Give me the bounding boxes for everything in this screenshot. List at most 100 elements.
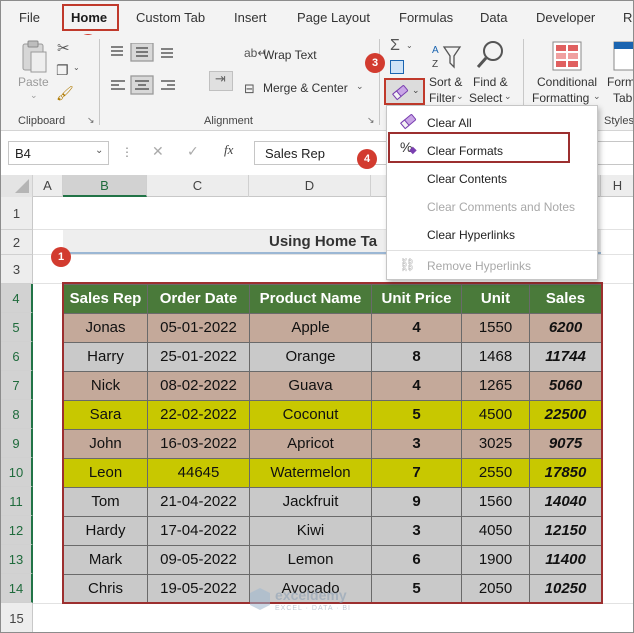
row-header-10[interactable]: 10 <box>1 458 33 487</box>
merge-center-icon: ⊟ <box>244 81 255 96</box>
alignment-icons[interactable] <box>107 43 197 103</box>
format-table-icon <box>613 41 633 71</box>
divider <box>99 39 100 125</box>
tab-data[interactable]: Data <box>480 10 507 25</box>
table-selection-outline <box>62 282 603 604</box>
row-header-5[interactable]: 5 <box>1 313 33 342</box>
name-box[interactable]: B4 ⌄ <box>8 141 109 165</box>
sort-filter-label[interactable]: Sort & <box>429 75 462 89</box>
row-header-6[interactable]: 6 <box>1 342 33 371</box>
alignment-launcher-icon[interactable]: ↘ <box>367 115 375 126</box>
cancel-icon[interactable]: ✕ <box>152 143 164 160</box>
merge-center-button[interactable]: Merge & Center <box>263 81 348 95</box>
exceldemy-logo-icon <box>250 588 270 610</box>
tab-insert[interactable]: Insert <box>234 10 267 25</box>
column-header-c[interactable]: C <box>147 175 249 197</box>
row-header-15[interactable]: 15 <box>1 603 33 632</box>
wrap-text-button[interactable]: Wrap Text <box>263 48 317 62</box>
row-header-4[interactable]: 4 <box>1 284 33 313</box>
more-icon: ⋮ <box>121 145 133 159</box>
find-select-chevron-icon[interactable]: ⌄ <box>504 91 512 102</box>
menu-item-label: Clear Formats <box>427 144 504 158</box>
menu-bar: File Home Custom Tab Insert Page Layout … <box>1 1 633 54</box>
clear-all-eraser-icon <box>400 114 417 130</box>
row-header-11[interactable]: 11 <box>1 487 33 516</box>
conditional-formatting-icon <box>552 41 582 71</box>
conditional-formatting-label-2[interactable]: Formatting <box>532 91 589 105</box>
column-header-d[interactable]: D <box>249 175 371 197</box>
menu-item-clear-contents[interactable]: Clear Contents <box>427 172 507 186</box>
watermark-tagline: EXCEL · DATA · BI <box>275 605 351 612</box>
autosum-chevron-icon[interactable]: ⌄ <box>406 41 413 50</box>
paste-label: Paste <box>18 75 49 89</box>
column-header-b[interactable]: B <box>63 175 147 197</box>
autosum-icon[interactable]: Σ <box>390 37 400 55</box>
sort-filter-icon: A Z <box>432 45 462 70</box>
find-select-label[interactable]: Find & <box>473 75 508 89</box>
excel-window: File Home Custom Tab Insert Page Layout … <box>0 0 634 633</box>
svg-text:Z: Z <box>432 59 438 70</box>
watermark-name: exceldemy <box>275 587 347 603</box>
row-header-3[interactable]: 3 <box>1 255 33 284</box>
enter-icon[interactable]: ✓ <box>187 143 199 160</box>
format-table-label[interactable]: Form <box>607 75 633 89</box>
row-header-1[interactable]: 1 <box>1 197 33 230</box>
select-all-corner[interactable] <box>1 175 33 197</box>
row-header-9[interactable]: 9 <box>1 429 33 458</box>
tab-file[interactable]: File <box>19 10 40 25</box>
row-header-13[interactable]: 13 <box>1 545 33 574</box>
sort-filter-chevron-icon[interactable]: ⌄ <box>456 91 464 102</box>
clipboard-group-label: Clipboard <box>18 115 66 127</box>
row-header-8[interactable]: 8 <box>1 400 33 429</box>
conditional-formatting-label[interactable]: Conditional <box>537 75 597 89</box>
sheet-title: Using Home Ta <box>269 233 378 250</box>
column-header-a[interactable]: A <box>33 175 63 197</box>
copy-chevron-icon[interactable]: ⌄ <box>73 63 80 72</box>
find-select-label-2[interactable]: Select <box>469 91 502 105</box>
fill-icon[interactable] <box>390 60 404 74</box>
alignment-group-label: Alignment <box>204 115 253 127</box>
indent-icon: ⇥ <box>215 71 226 86</box>
row-header-14[interactable]: 14 <box>1 574 33 603</box>
remove-hyperlinks-icon: ⛓ <box>399 257 416 272</box>
paste-button[interactable] <box>19 40 49 79</box>
name-box-value: B4 <box>15 146 31 161</box>
tab-review[interactable]: R <box>623 10 632 25</box>
eraser-icon <box>392 85 409 101</box>
step-badge-3: 3 <box>365 53 385 73</box>
paste-chevron-icon[interactable]: ⌄ <box>30 90 38 101</box>
merge-chevron-icon[interactable]: ⌄ <box>356 81 364 92</box>
tab-custom[interactable]: Custom Tab <box>136 10 205 25</box>
paste-icon <box>22 40 47 73</box>
clear-formats-eraser-icon: ◆ <box>409 145 417 156</box>
name-box-chevron-icon[interactable]: ⌄ <box>95 145 103 156</box>
menu-item-remove-hyperlinks: Remove Hyperlinks <box>427 259 532 273</box>
tab-page-layout[interactable]: Page Layout <box>297 10 370 25</box>
svg-text:A: A <box>432 45 439 56</box>
row-header-7[interactable]: 7 <box>1 371 33 400</box>
sort-filter-label-2[interactable]: Filter <box>429 91 456 105</box>
cut-icon[interactable]: ✂ <box>57 39 70 57</box>
styles-group-label: Styles <box>604 115 634 127</box>
formula-input-value: Sales Rep <box>265 146 325 161</box>
step-badge-4: 4 <box>357 149 377 169</box>
conditional-formatting-chevron-icon[interactable]: ⌄ <box>593 91 601 102</box>
tab-developer[interactable]: Developer <box>536 10 595 25</box>
menu-item-clear-hyperlinks[interactable]: Clear Hyperlinks <box>427 228 515 242</box>
clear-button[interactable]: ⌄ <box>384 78 425 105</box>
clear-chevron-icon: ⌄ <box>412 85 420 95</box>
divider <box>379 39 380 125</box>
menu-divider <box>387 250 597 251</box>
row-header-12[interactable]: 12 <box>1 516 33 545</box>
menu-item-clear-formats[interactable]: % ◆ Clear Formats <box>388 132 570 163</box>
format-painter-icon[interactable]: 🖌 <box>56 85 74 102</box>
copy-icon[interactable]: ❐ <box>56 62 69 79</box>
menu-item-label: Clear All <box>427 116 472 130</box>
tab-formulas[interactable]: Formulas <box>399 10 453 25</box>
clipboard-launcher-icon[interactable]: ↘ <box>87 115 95 126</box>
column-header-h[interactable]: H <box>601 175 633 197</box>
home-tab-highlight <box>62 4 119 31</box>
insert-function-icon[interactable]: fx <box>224 142 233 158</box>
row-header-2[interactable]: 2 <box>1 230 33 255</box>
format-table-label-2[interactable]: Tab <box>613 91 632 105</box>
